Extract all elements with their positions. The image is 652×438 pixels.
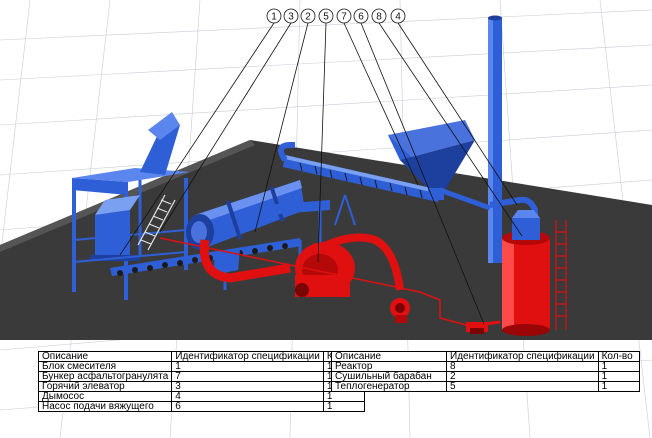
callout-3: 3 bbox=[283, 8, 299, 24]
svg-text:7: 7 bbox=[341, 12, 347, 23]
cell-spec-id: 5 bbox=[446, 381, 599, 392]
diagram-canvas: 1 3 2 5 7 6 8 4 Описание Идентификатор с… bbox=[0, 0, 652, 438]
table-row: Насос подачи вяжущего 6 1 bbox=[37, 401, 365, 412]
cell-quantity: 1 bbox=[597, 381, 640, 392]
column-header-description: Описание bbox=[37, 351, 173, 362]
specification-table-right: Описание Идентификатор спецификации Кол-… bbox=[331, 351, 640, 392]
table-row: Бункер асфальтогранулята 7 1 bbox=[37, 371, 365, 382]
cell-spec-id: 3 bbox=[171, 381, 324, 392]
cell-spec-id: 6 bbox=[171, 401, 324, 412]
callout-2: 2 bbox=[300, 8, 316, 24]
cell-quantity: 1 bbox=[597, 361, 640, 372]
callout-7: 7 bbox=[336, 8, 352, 24]
table-row: Дымосос 4 1 bbox=[37, 391, 365, 402]
callout-1: 1 bbox=[266, 8, 282, 24]
svg-text:4: 4 bbox=[395, 12, 401, 23]
callouts: 1 3 2 5 7 6 8 4 bbox=[266, 8, 406, 24]
callout-8: 8 bbox=[371, 8, 387, 24]
specification-table-left: Описание Идентификатор спецификации Кол-… bbox=[37, 351, 365, 412]
cell-description: Бункер асфальтогранулята bbox=[37, 371, 173, 382]
table-header-row: Описание Идентификатор спецификации Кол-… bbox=[37, 351, 365, 362]
svg-text:2: 2 bbox=[305, 12, 311, 23]
svg-text:5: 5 bbox=[323, 12, 329, 23]
svg-text:1: 1 bbox=[271, 12, 277, 23]
cell-description: Сушильный барабан bbox=[331, 371, 447, 382]
chimney bbox=[488, 15, 502, 263]
callout-4: 4 bbox=[390, 8, 406, 24]
table-row: Реактор 8 1 bbox=[331, 361, 640, 372]
cell-quantity: 1 bbox=[322, 401, 365, 412]
cell-quantity: 1 bbox=[597, 371, 640, 382]
table-header-row: Описание Идентификатор спецификации Кол-… bbox=[331, 351, 640, 362]
callout-5: 5 bbox=[318, 8, 334, 24]
cell-description: Блок смесителя bbox=[37, 361, 173, 372]
cell-spec-id: 4 bbox=[171, 391, 324, 402]
callout-6: 6 bbox=[353, 8, 369, 24]
table-row: Теплогенератор 5 1 bbox=[331, 381, 640, 392]
table-row: Сушильный барабан 2 1 bbox=[331, 371, 640, 382]
column-header-quantity: Кол-во bbox=[597, 351, 640, 362]
cell-description: Теплогенератор bbox=[331, 381, 447, 392]
cell-description: Дымосос bbox=[37, 391, 173, 402]
cell-spec-id: 1 bbox=[171, 361, 324, 372]
table-row: Блок смесителя 1 1 bbox=[37, 361, 365, 372]
cell-description: Насос подачи вяжущего bbox=[37, 401, 173, 412]
cell-description: Горячий элеватор bbox=[37, 381, 173, 392]
cell-description: Реактор bbox=[331, 361, 447, 372]
svg-text:3: 3 bbox=[288, 12, 294, 23]
cell-quantity: 1 bbox=[322, 391, 365, 402]
cell-spec-id: 7 bbox=[171, 371, 324, 382]
svg-text:8: 8 bbox=[376, 12, 382, 23]
svg-text:6: 6 bbox=[358, 12, 364, 23]
cell-spec-id: 2 bbox=[446, 371, 599, 382]
table-row: Горячий элеватор 3 1 bbox=[37, 381, 365, 392]
column-header-spec-id: Идентификатор спецификации bbox=[446, 351, 599, 362]
cell-spec-id: 8 bbox=[446, 361, 599, 372]
column-header-description: Описание bbox=[331, 351, 447, 362]
column-header-spec-id: Идентификатор спецификации bbox=[171, 351, 324, 362]
